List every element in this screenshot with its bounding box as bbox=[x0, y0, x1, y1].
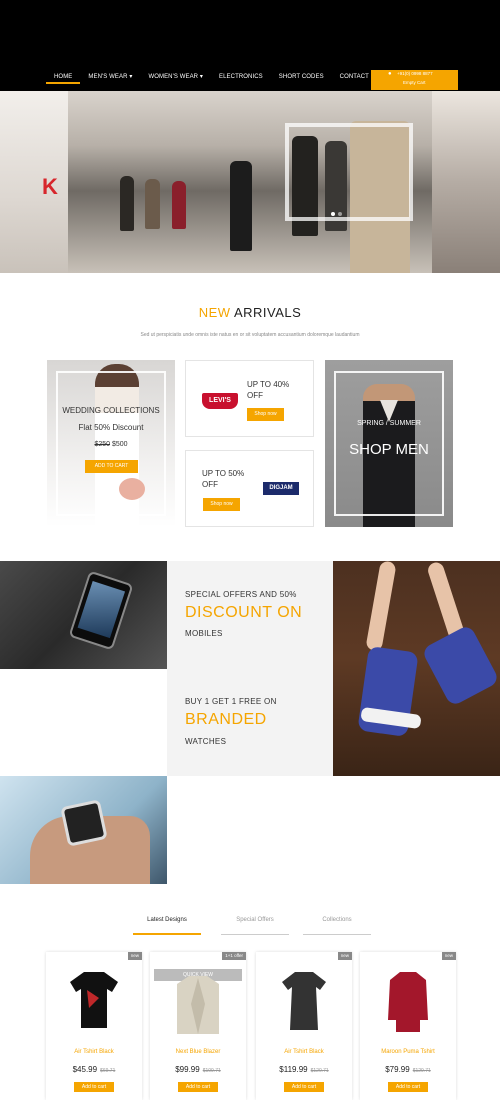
add-to-cart-button[interactable]: Add to cart bbox=[388, 1082, 428, 1092]
wedding-new-price: $500 bbox=[111, 441, 128, 448]
offer-line: OFF bbox=[202, 480, 218, 489]
price: $119.99 bbox=[279, 1065, 308, 1074]
phone-icon bbox=[68, 570, 134, 651]
leg bbox=[365, 561, 397, 652]
sneaker-icon bbox=[420, 623, 500, 708]
digjam-logo: DIGJAM bbox=[263, 482, 299, 495]
price: $45.99 bbox=[72, 1065, 98, 1074]
tshirt-icon bbox=[70, 972, 118, 1028]
product-price: $119.99 $120.71 bbox=[256, 1065, 352, 1074]
price: $99.99 bbox=[175, 1065, 200, 1074]
levis-offer-card: LEVI'S UP TO 40% OFF Shop now bbox=[185, 360, 314, 437]
promo-watch-line3: WATCHES bbox=[185, 737, 227, 746]
mannequin bbox=[172, 181, 186, 229]
hero-banner: K bbox=[0, 91, 500, 273]
product-name[interactable]: Air Tshirt Black bbox=[256, 1049, 352, 1055]
men-heading: SHOP MEN bbox=[349, 441, 429, 458]
add-to-cart-button[interactable]: ADD TO CART bbox=[85, 460, 138, 473]
mannequin bbox=[120, 176, 134, 231]
title-rest: ARRIVALS bbox=[233, 305, 302, 320]
cart-phone: +91(0) 0998 8877 bbox=[397, 71, 433, 76]
tshirt-icon bbox=[282, 972, 326, 1030]
offer-line: UP TO 50% bbox=[202, 469, 245, 478]
old-price: $129.71 bbox=[412, 1068, 431, 1074]
offer-line: UP TO 40% bbox=[247, 380, 290, 389]
nav-item-electronics[interactable]: ELECTRONICS bbox=[211, 70, 271, 84]
product-price: $45.99 $69.71 bbox=[46, 1065, 142, 1074]
product-card[interactable]: new Air Tshirt Black $119.99 $120.71 Add … bbox=[256, 952, 352, 1100]
slider-dot[interactable] bbox=[338, 212, 342, 216]
promo-watch-line1: BUY 1 GET 1 FREE ON bbox=[185, 697, 277, 706]
main-nav: HOME MEN'S WEAR ▾ WOMEN'S WEAR ▾ ELECTRO… bbox=[46, 70, 377, 84]
product-price: $99.99 $109.71 bbox=[150, 1065, 246, 1074]
product-badge: new bbox=[127, 952, 142, 960]
shop-now-button[interactable]: Shop now bbox=[203, 498, 240, 511]
product-name[interactable]: Air Tshirt Black bbox=[46, 1049, 142, 1055]
nav-item-short-codes[interactable]: SHORT CODES bbox=[271, 70, 332, 84]
price: $79.99 bbox=[385, 1065, 410, 1074]
nav-item-home[interactable]: HOME bbox=[46, 70, 81, 84]
top-icon bbox=[388, 972, 428, 1032]
watch-image bbox=[0, 776, 167, 884]
wedding-discount: Flat 50% Discount bbox=[78, 423, 144, 432]
hero-frame bbox=[285, 123, 413, 221]
tab-collections[interactable]: Collections bbox=[308, 917, 366, 923]
title-highlight: NEW bbox=[198, 305, 231, 320]
promo-mobile-line1: SPECIAL OFFERS AND 50% bbox=[185, 590, 297, 599]
product-badge: 1+1 offer bbox=[222, 952, 246, 960]
add-to-cart-button[interactable]: Add to cart bbox=[74, 1082, 114, 1092]
promo-mobile-line3: MOBILES bbox=[185, 629, 223, 638]
levis-logo: LEVI'S bbox=[202, 393, 238, 409]
smartwatch-icon bbox=[60, 799, 108, 847]
section-title: NEW ARRIVALS bbox=[0, 305, 500, 320]
sneakers-image bbox=[333, 561, 500, 776]
slider-dot[interactable] bbox=[331, 212, 335, 216]
nav-item-womens-wear[interactable]: WOMEN'S WEAR ▾ bbox=[140, 70, 211, 84]
tab-underline bbox=[303, 934, 371, 935]
promo-watch-highlight: BRANDED bbox=[185, 711, 267, 728]
digjam-offer: UP TO 50% OFF bbox=[202, 468, 244, 490]
product-card[interactable]: 1+1 offer QUICK VIEW Next Blue Blazer $9… bbox=[150, 952, 246, 1100]
product-price: $79.99 $129.71 bbox=[360, 1065, 456, 1074]
levis-offer: UP TO 40% OFF bbox=[247, 379, 289, 401]
product-card[interactable]: new Maroon Puma Tshirt $79.99 $129.71 Add… bbox=[360, 952, 456, 1100]
mannequin bbox=[145, 179, 160, 229]
add-to-cart-button[interactable]: Add to cart bbox=[178, 1082, 218, 1092]
cart-box[interactable]: ● +91(0) 0998 8877 Empty Cart bbox=[371, 70, 458, 90]
old-price: $109.71 bbox=[202, 1068, 221, 1074]
product-name[interactable]: Maroon Puma Tshirt bbox=[360, 1049, 456, 1055]
product-badge: new bbox=[337, 952, 352, 960]
tab-special-offers[interactable]: Special Offers bbox=[226, 917, 284, 923]
product-name[interactable]: Next Blue Blazer bbox=[150, 1049, 246, 1055]
cart-label: Empty Cart bbox=[403, 80, 426, 85]
tab-latest-designs[interactable]: Latest Designs bbox=[138, 917, 196, 923]
product-badge: new bbox=[441, 952, 456, 960]
phone-screen bbox=[77, 580, 126, 639]
promo-mobile-highlight: DISCOUNT ON bbox=[185, 604, 303, 621]
section-subtitle: Sed ut perspiciatis unde omnis iste natu… bbox=[140, 332, 360, 338]
digjam-offer-card: UP TO 50% OFF Shop now DIGJAM bbox=[185, 450, 314, 527]
old-price: $69.71 bbox=[100, 1068, 116, 1074]
nav-item-mens-wear[interactable]: MEN'S WEAR ▾ bbox=[80, 70, 140, 84]
wedding-prices: $250 $500 bbox=[47, 441, 175, 448]
wedding-old-price: $250 bbox=[94, 441, 111, 448]
offer-line: OFF bbox=[247, 391, 263, 400]
product-card[interactable]: new Air Tshirt Black $45.99 $69.71 Add to… bbox=[46, 952, 142, 1100]
cart-icon: ● bbox=[388, 71, 392, 77]
men-subheading: SPRING / SUMMER bbox=[357, 420, 421, 427]
hero-side-right bbox=[432, 91, 500, 273]
blazer-icon bbox=[177, 976, 219, 1034]
add-to-cart-button[interactable]: Add to cart bbox=[284, 1082, 324, 1092]
wedding-heading: WEDDING COLLECTIONS bbox=[62, 406, 160, 415]
shop-now-button[interactable]: Shop now bbox=[247, 408, 284, 421]
phone-image bbox=[0, 561, 167, 669]
store-sign-logo: K bbox=[42, 174, 58, 199]
tab-underline bbox=[221, 934, 289, 935]
old-price: $120.71 bbox=[310, 1068, 329, 1074]
tab-underline bbox=[133, 933, 201, 935]
mannequin bbox=[230, 161, 252, 251]
